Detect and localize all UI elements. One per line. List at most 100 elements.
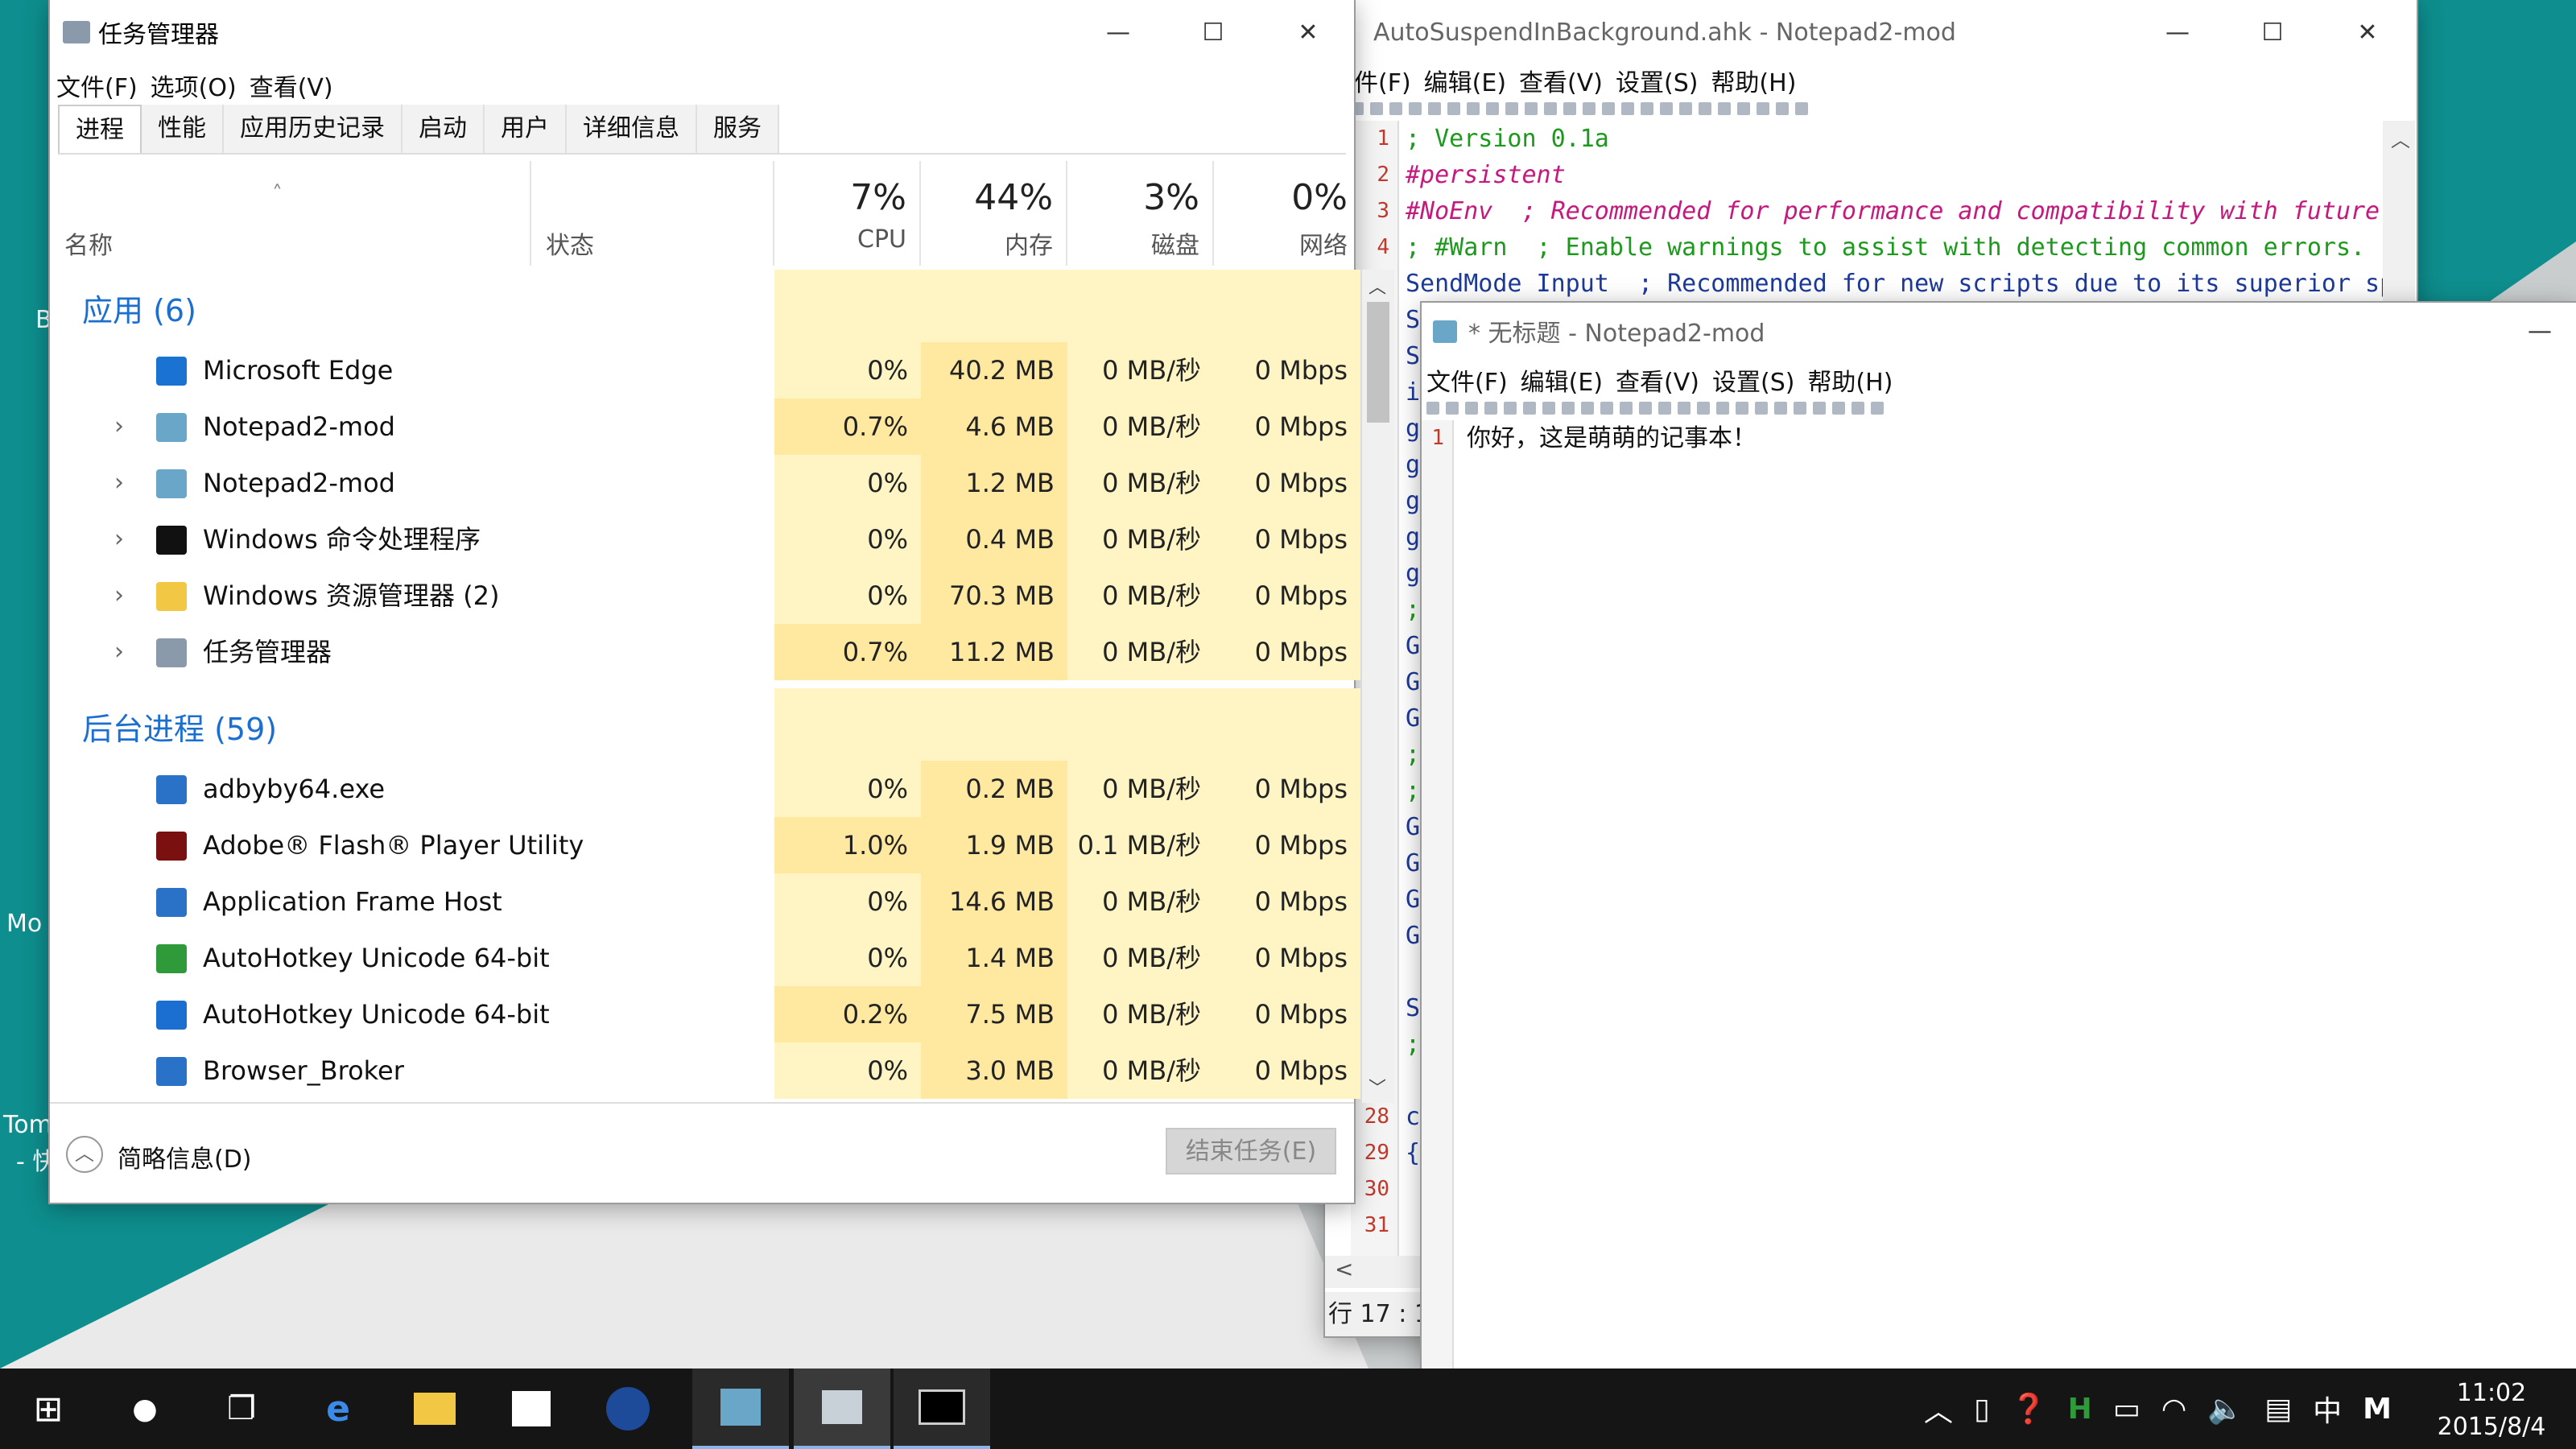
vertical-scrollbar[interactable]: ︿ ﹀ xyxy=(1362,270,1394,1103)
wifi-icon[interactable]: ◠ xyxy=(2161,1393,2186,1426)
taskbar-store[interactable] xyxy=(483,1368,580,1449)
process-row[interactable]: Adobe® Flash® Player Utility 1.0% 1.9 MB 0.… xyxy=(58,817,1362,873)
menu-view[interactable]: 查看(V) xyxy=(1519,63,1603,98)
tab-processes[interactable]: 进程 xyxy=(58,105,142,153)
tab-details[interactable]: 详细信息 xyxy=(567,105,697,153)
minimize-button[interactable]: — xyxy=(2130,0,2225,64)
desktop-icon-label[interactable]: Tom xyxy=(3,1111,52,1139)
process-row[interactable]: › 任务管理器 0.7% 11.2 MB 0 MB/秒 0 Mbps xyxy=(58,624,1362,680)
end-task-button[interactable]: 结束任务(E) xyxy=(1166,1128,1336,1174)
title-bar[interactable]: * 无标题 - Notepad2-mod — xyxy=(1422,303,2576,359)
minimize-button[interactable]: — xyxy=(2492,303,2576,359)
scroll-up-icon[interactable]: ︿ xyxy=(1368,273,1386,299)
battery-icon[interactable]: ▭ xyxy=(2113,1393,2140,1426)
process-row[interactable]: Browser_Broker 0% 3.0 MB 0 MB/秒 0 Mbps xyxy=(58,1042,1362,1099)
toolbar[interactable] xyxy=(1351,98,1808,119)
show-hidden-icons[interactable]: ︿ xyxy=(1924,1388,1953,1430)
tray-app-icon[interactable]: ▯ xyxy=(1974,1393,1990,1426)
collapse-icon[interactable]: ︿ xyxy=(66,1136,103,1173)
menu-edit[interactable]: 编辑(E) xyxy=(1521,362,1603,398)
menu-edit[interactable]: 编辑(E) xyxy=(1424,63,1506,98)
process-row[interactable]: Microsoft Edge 0% 40.2 MB 0 MB/秒 0 Mbps xyxy=(58,342,1362,398)
process-row[interactable]: adbyby64.exe 0% 0.2 MB 0 MB/秒 0 Mbps xyxy=(58,761,1362,817)
menu-options[interactable]: 选项(O) xyxy=(151,68,237,103)
taskbar-cmd[interactable] xyxy=(894,1368,990,1449)
tab-bar: 进程 性能 应用历史记录 启动 用户 详细信息 服务 xyxy=(58,105,1346,155)
memory-percent: 44% xyxy=(974,177,1053,218)
group-header[interactable]: 应用 (6) xyxy=(82,286,196,330)
help-icon[interactable]: ❓ xyxy=(2011,1392,2047,1426)
group-header[interactable]: 后台进程 (59) xyxy=(82,704,277,749)
taskbar-globe[interactable] xyxy=(580,1368,676,1449)
task-view-button[interactable]: ❐ xyxy=(193,1368,290,1449)
vertical-scrollbar[interactable]: ︿ xyxy=(2383,121,2415,306)
autohotkey-icon[interactable]: H xyxy=(2068,1393,2092,1426)
menu-view[interactable]: 查看(V) xyxy=(250,68,333,103)
column-header-disk[interactable]: 3% 磁盘 xyxy=(1067,161,1214,266)
menu-file[interactable]: 文件(F) xyxy=(56,68,138,103)
scroll-thumb[interactable] xyxy=(1367,302,1389,423)
tab-startup[interactable]: 启动 xyxy=(402,105,485,153)
toolbar[interactable] xyxy=(1426,398,1884,419)
minimize-button[interactable]: — xyxy=(1071,0,1166,64)
scroll-down-icon[interactable]: ﹀ xyxy=(1368,1074,1386,1100)
menu-view[interactable]: 查看(V) xyxy=(1616,362,1699,398)
group-spacer: 应用 (6) xyxy=(58,270,1362,342)
process-row[interactable]: › Windows 命令处理程序 0% 0.4 MB 0 MB/秒 0 Mbps xyxy=(58,511,1362,568)
process-row[interactable]: AutoHotkey Unicode 64-bit 0.2% 7.5 MB 0 MB/… xyxy=(58,986,1362,1042)
maximize-button[interactable]: ☐ xyxy=(1166,0,1261,64)
desktop-icon-label[interactable]: Mo xyxy=(6,910,42,938)
text-editor[interactable]: 你好，这是萌萌的记事本！ xyxy=(1467,420,1757,456)
process-row[interactable]: › Notepad2-mod 0.7% 4.6 MB 0 MB/秒 0 Mbps xyxy=(58,398,1362,455)
expand-chevron-icon[interactable]: › xyxy=(114,398,124,455)
close-button[interactable]: ✕ xyxy=(2320,0,2415,64)
menu-settings[interactable]: 设置(S) xyxy=(1616,63,1698,98)
column-header-network[interactable]: 0% 网络 xyxy=(1214,161,1360,266)
tab-services[interactable]: 服务 xyxy=(697,105,779,153)
clock[interactable]: 11:02 2015/8/4 xyxy=(2423,1377,2560,1444)
process-row[interactable]: Application Frame Host 0% 14.6 MB 0 MB/秒 0 M… xyxy=(58,873,1362,930)
cortana-button[interactable]: ● xyxy=(97,1368,193,1449)
disk-value: 0 MB/秒 xyxy=(1067,398,1214,455)
taskbar-taskmgr[interactable] xyxy=(794,1368,890,1449)
taskbar-notepad[interactable] xyxy=(692,1368,789,1449)
ime-indicator[interactable]: 中 xyxy=(2313,1388,2342,1430)
expand-chevron-icon[interactable]: › xyxy=(114,624,124,680)
title-bar[interactable]: 任务管理器 — ☐ ✕ xyxy=(50,0,1354,64)
column-header-cpu[interactable]: 7% CPU xyxy=(774,161,921,266)
scroll-up-icon[interactable]: ︿ xyxy=(2391,124,2410,152)
process-row[interactable]: › Notepad2-mod 0% 1.2 MB 0 MB/秒 0 Mbps xyxy=(58,455,1362,511)
menu-settings[interactable]: 设置(S) xyxy=(1712,362,1794,398)
expand-chevron-icon[interactable]: › xyxy=(114,455,124,511)
less-details-link[interactable]: 简略信息(D) xyxy=(118,1139,252,1174)
process-row[interactable]: › Windows 资源管理器 (2) 0% 70.3 MB 0 MB/秒 0 Mbps xyxy=(58,568,1362,624)
column-header-status[interactable]: 状态 xyxy=(531,161,774,266)
taskbar-edge[interactable]: e xyxy=(290,1368,386,1449)
volume-icon[interactable]: 🔈 xyxy=(2207,1392,2244,1426)
close-button[interactable]: ✕ xyxy=(1261,0,1356,64)
tab-performance[interactable]: 性能 xyxy=(142,105,224,153)
expand-chevron-icon[interactable]: › xyxy=(114,568,124,624)
taskbar-explorer[interactable] xyxy=(386,1368,483,1449)
heat-cell xyxy=(1214,270,1360,342)
maximize-button[interactable]: ☐ xyxy=(2225,0,2320,64)
process-row[interactable]: AutoHotkey Unicode 64-bit 0% 1.4 MB 0 MB/秒 0… xyxy=(58,930,1362,986)
column-header-name[interactable]: ˄ 名称 xyxy=(58,161,531,266)
start-button[interactable]: ⊞ xyxy=(0,1368,97,1449)
menu-help[interactable]: 帮助(H) xyxy=(1807,362,1893,398)
column-label: 名称 xyxy=(64,232,113,260)
menu-file[interactable]: 文件(F) xyxy=(1426,362,1508,398)
tab-users[interactable]: 用户 xyxy=(485,105,567,153)
notifications-icon[interactable]: ▤ xyxy=(2264,1393,2292,1426)
horizontal-scrollbar[interactable]: < xyxy=(1325,1256,1422,1288)
menu-file[interactable]: 件(F) xyxy=(1354,63,1411,98)
ime-mode[interactable]: M xyxy=(2363,1393,2392,1426)
menu-help[interactable]: 帮助(H) xyxy=(1711,63,1796,98)
title-bar[interactable]: AutoSuspendInBackground.ahk - Notepad2-m… xyxy=(1319,0,2417,64)
network-value: 0 Mbps xyxy=(1214,873,1360,930)
tab-app-history[interactable]: 应用历史记录 xyxy=(224,105,402,153)
scroll-left-icon[interactable]: < xyxy=(1335,1256,1353,1282)
column-header-memory[interactable]: 44% 内存 xyxy=(921,161,1067,266)
expand-chevron-icon[interactable]: › xyxy=(114,511,124,568)
cpu-value: 0% xyxy=(774,455,921,511)
